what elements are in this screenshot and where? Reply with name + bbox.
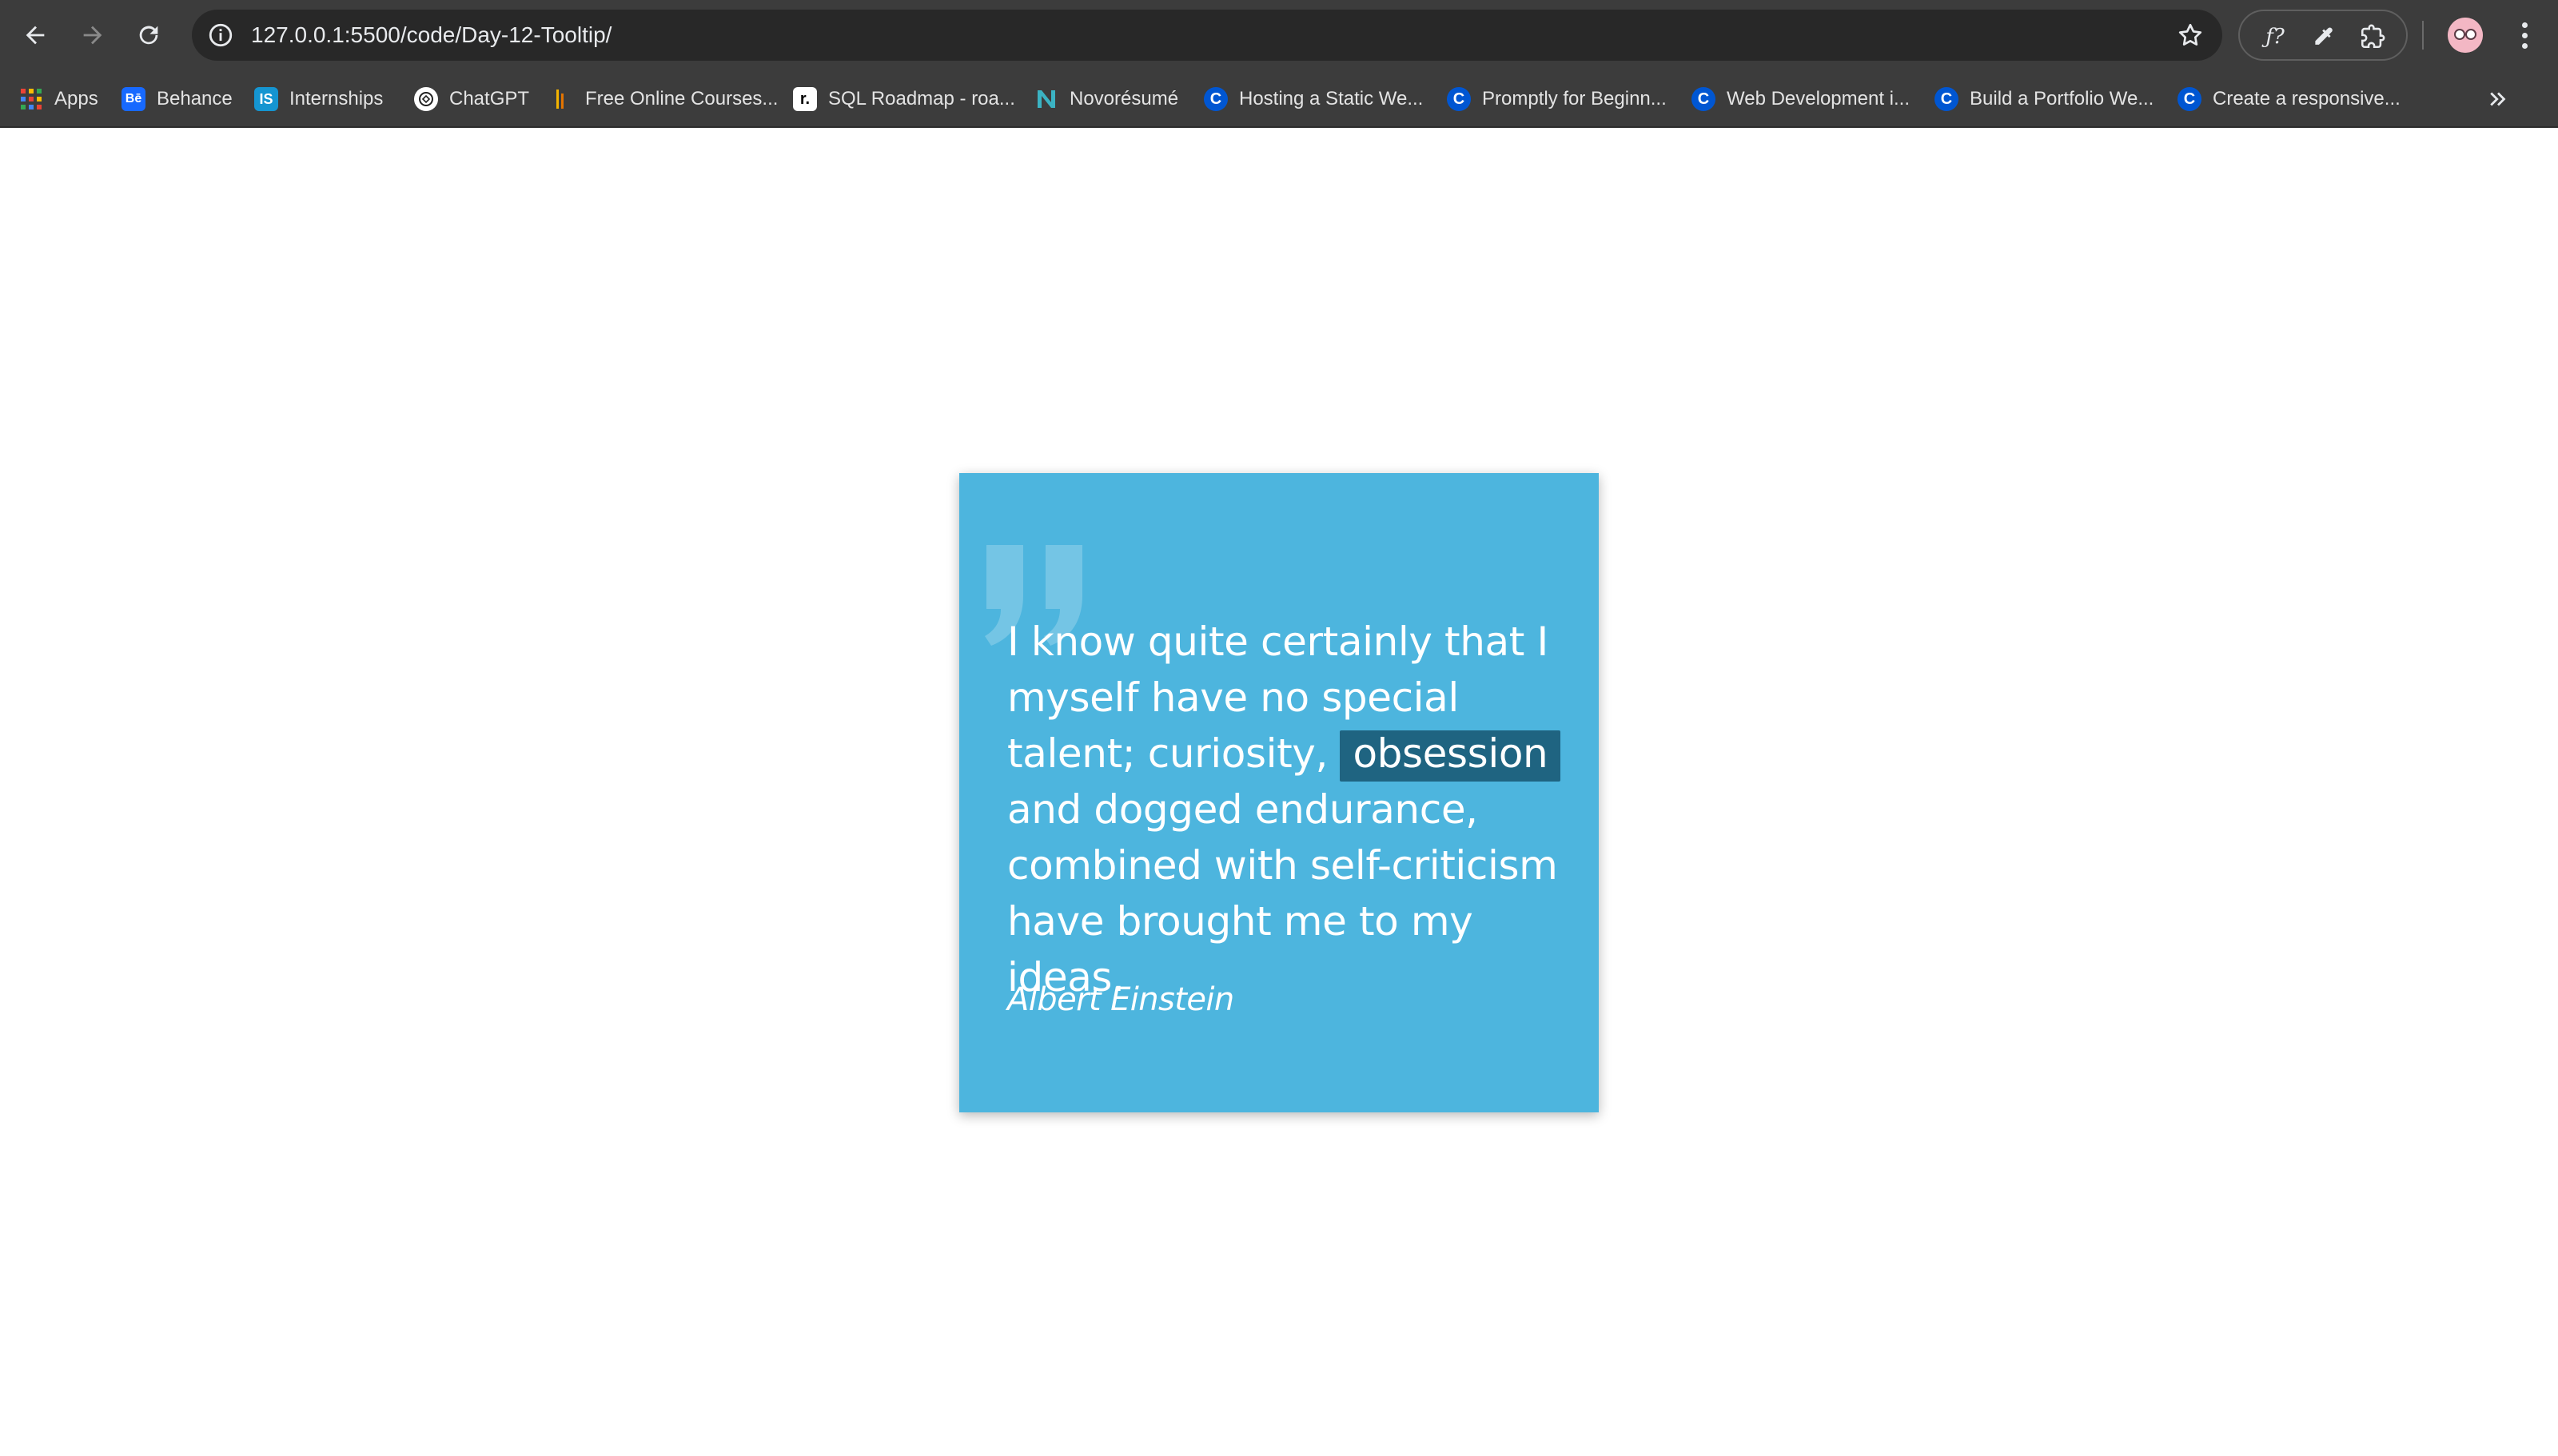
- bookmark-behance[interactable]: Bē Behance: [122, 82, 233, 117]
- eyedropper-extension-icon[interactable]: [2307, 21, 2339, 53]
- coursera-icon: C: [1204, 87, 1228, 111]
- bookmark-label: Create a responsive...: [2213, 88, 2401, 109]
- quote-text-after: and dogged endurance, combined with self…: [1007, 786, 1558, 1001]
- coursera-icon: C: [2177, 87, 2201, 111]
- menu-dot: [2521, 22, 2528, 28]
- bookmark-label: Web Development i...: [1727, 88, 1910, 109]
- bookmark-label: Build a Portfolio We...: [1970, 88, 2154, 109]
- url-text[interactable]: 127.0.0.1:5500/code/Day-12-Tooltip/: [251, 22, 612, 48]
- bookmark-build-portfolio[interactable]: C Build a Portfolio We...: [1934, 82, 2154, 117]
- bookmark-free-online-courses[interactable]: Free Online Courses...: [550, 82, 778, 117]
- bookmark-novoresume[interactable]: Novorésumé: [1034, 82, 1178, 117]
- bookmark-web-development[interactable]: C Web Development i...: [1691, 82, 1910, 117]
- bookmarks-bar: Apps Bē Behance IS Internships ChatGPT F…: [0, 70, 2558, 128]
- bookmark-apps[interactable]: Apps: [19, 82, 98, 117]
- quote-text: I know quite certainly that I myself hav…: [1007, 614, 1567, 1005]
- browser-toolbar: 127.0.0.1:5500/code/Day-12-Tooltip/ ƒ?: [0, 0, 2558, 70]
- forward-button[interactable]: [72, 14, 114, 56]
- tooltip-trigger-highlight[interactable]: obsession: [1340, 730, 1561, 782]
- behance-icon: Bē: [122, 87, 145, 111]
- novoresume-icon: [1034, 87, 1058, 111]
- menu-dot: [2521, 32, 2528, 38]
- bookmark-hosting-static-web[interactable]: C Hosting a Static We...: [1204, 82, 1423, 117]
- back-arrow-icon: [26, 26, 45, 45]
- bookmark-promptly[interactable]: C Promptly for Beginn...: [1447, 82, 1667, 117]
- bookmark-label: Hosting a Static We...: [1239, 88, 1424, 109]
- back-button[interactable]: [14, 14, 56, 56]
- bookmark-create-responsive[interactable]: C Create a responsive...: [2177, 82, 2401, 117]
- bookmark-label: SQL Roadmap - roa...: [828, 88, 1015, 109]
- courses-icon: [550, 87, 574, 111]
- double-chevron-right-icon: [2490, 92, 2506, 106]
- reload-button[interactable]: [128, 14, 169, 56]
- forward-arrow-icon: [83, 26, 102, 45]
- quote-card: I know quite certainly that I myself hav…: [959, 473, 1599, 1112]
- bookmark-label: Promptly for Beginn...: [1482, 88, 1667, 109]
- coursera-icon: C: [1447, 87, 1471, 111]
- browser-menu-button[interactable]: [2510, 18, 2539, 53]
- bookmark-label: Apps: [54, 88, 98, 109]
- chatgpt-icon: [414, 87, 438, 111]
- bookmark-chatgpt[interactable]: ChatGPT: [414, 82, 529, 117]
- reload-icon: [139, 26, 158, 45]
- address-bar[interactable]: 127.0.0.1:5500/code/Day-12-Tooltip/: [192, 10, 2222, 61]
- coursera-icon: C: [1691, 87, 1715, 111]
- apps-grid-icon: [19, 87, 43, 111]
- bookmark-internships[interactable]: IS Internships: [254, 82, 383, 117]
- extensions-group: ƒ?: [2238, 10, 2408, 61]
- bookmark-sql-roadmap[interactable]: r. SQL Roadmap - roa...: [793, 82, 1015, 117]
- bookmark-label: Novorésumé: [1070, 88, 1179, 109]
- internshala-icon: IS: [254, 87, 278, 111]
- bookmark-label: Behance: [157, 88, 233, 109]
- browser-chrome: 127.0.0.1:5500/code/Day-12-Tooltip/ ƒ? A…: [0, 0, 2558, 128]
- menu-dot: [2521, 42, 2528, 49]
- quote-author: Albert Einstein: [1007, 981, 1234, 1018]
- extensions-puzzle-icon[interactable]: [2357, 21, 2389, 53]
- toolbar-divider: [2422, 21, 2424, 50]
- bookmark-label: ChatGPT: [449, 88, 530, 109]
- font-extension-icon[interactable]: ƒ?: [2259, 21, 2291, 53]
- roadmap-icon: r.: [793, 87, 817, 111]
- bookmark-star-icon[interactable]: [2176, 21, 2205, 50]
- bookmark-label: Internships: [289, 88, 384, 109]
- profile-avatar[interactable]: [2448, 18, 2483, 53]
- site-info-icon[interactable]: [205, 19, 237, 51]
- bookmark-label: Free Online Courses...: [585, 88, 779, 109]
- more-bookmarks-button[interactable]: [2486, 82, 2510, 117]
- coursera-icon: C: [1934, 87, 1958, 111]
